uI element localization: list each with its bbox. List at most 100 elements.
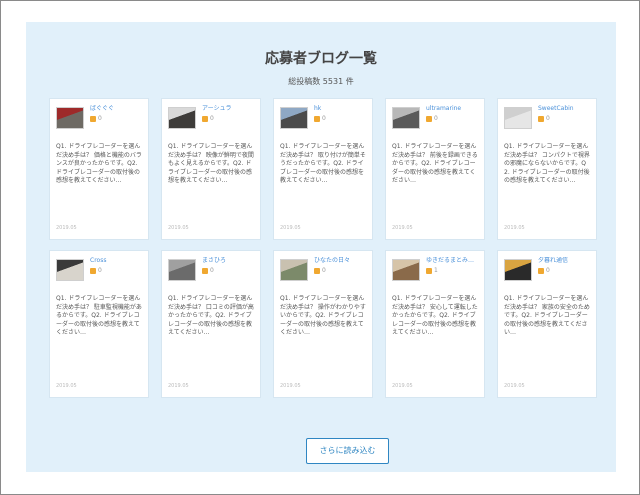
- blog-meta: まさひろ 0: [202, 257, 254, 274]
- blog-thumbnail[interactable]: [56, 107, 84, 129]
- blog-card[interactable]: Cross 0 Q1. ドライブレコーダーを選んだ決め手は？ 駐車監視機能があるから…: [49, 250, 149, 398]
- like-count: 0: [90, 115, 142, 122]
- like-count-value: 0: [98, 115, 102, 122]
- like-count: 1: [426, 267, 478, 274]
- blog-author-link[interactable]: ぱぐぐぐ: [90, 105, 142, 112]
- thumbs-up-icon: [314, 267, 320, 274]
- blog-list-panel: 応募者ブログ一覧 総投稿数 5531 件 ぱぐぐぐ 0 Q1. ドライブレコーダーを…: [26, 22, 616, 472]
- post-date: 2019.05: [280, 225, 301, 231]
- post-date: 2019.05: [392, 225, 413, 231]
- blog-author-link[interactable]: SweetCabin: [538, 105, 590, 112]
- post-date: 2019.05: [56, 225, 77, 231]
- blog-author-link[interactable]: ultramarine: [426, 105, 478, 112]
- blog-card[interactable]: ぱぐぐぐ 0 Q1. ドライブレコーダーを選んだ決め手は？ 価格と機能のバランスが良…: [49, 98, 149, 240]
- blog-excerpt: Q1. ドライブレコーダーを選んだ決め手は？ コンパクトで視界の邪魔にならないか…: [504, 143, 590, 185]
- like-count: 0: [538, 267, 590, 274]
- blog-meta: 夕暮れ通信 0: [538, 257, 590, 274]
- post-date: 2019.05: [56, 383, 77, 389]
- load-more-button[interactable]: さらに読み込む: [306, 438, 389, 464]
- blog-card[interactable]: SweetCabin 0 Q1. ドライブレコーダーを選んだ決め手は？ コンパクトで…: [497, 98, 597, 240]
- blog-card[interactable]: hk 0 Q1. ドライブレコーダーを選んだ決め手は？ 取り付けが簡単そうだったから…: [273, 98, 373, 240]
- blog-thumbnail[interactable]: [392, 107, 420, 129]
- thumbs-up-icon: [426, 115, 432, 122]
- post-date: 2019.05: [168, 225, 189, 231]
- like-count: 0: [90, 267, 142, 274]
- like-count-value: 0: [434, 115, 438, 122]
- blog-thumbnail[interactable]: [56, 259, 84, 281]
- blog-card-header: ultramarine 0: [392, 105, 478, 135]
- blog-excerpt: Q1. ドライブレコーダーを選んだ決め手は？ 取り付けが簡単そうだったからです。…: [280, 143, 366, 185]
- blog-excerpt: Q1. ドライブレコーダーを選んだ決め手は？ 映像が鮮明で夜間もよく見えるからで…: [168, 143, 254, 185]
- blog-excerpt: Q1. ドライブレコーダーを選んだ決め手は？ 駐車監視機能があるからです。Q2.…: [56, 295, 142, 337]
- blog-thumbnail[interactable]: [504, 259, 532, 281]
- thumbs-up-icon: [426, 267, 432, 274]
- blog-excerpt: Q1. ドライブレコーダーを選んだ決め手は？ 口コミの評価が高かったからです。Q…: [168, 295, 254, 337]
- blog-thumbnail[interactable]: [280, 259, 308, 281]
- blog-excerpt: Q1. ドライブレコーダーを選んだ決め手は？ 家族の安全のためです。Q2. ドラ…: [504, 295, 590, 337]
- blog-card-header: アーシュラ 0: [168, 105, 254, 135]
- post-date: 2019.05: [504, 383, 525, 389]
- like-count: 0: [426, 115, 478, 122]
- page-title: 応募者ブログ一覧: [265, 51, 377, 67]
- blog-card-header: ぱぐぐぐ 0: [56, 105, 142, 135]
- blog-card[interactable]: ゆきだるまとみきの 1 Q1. ドライブレコーダーを選んだ決め手は？ 安心して運転し…: [385, 250, 485, 398]
- blog-thumbnail[interactable]: [168, 259, 196, 281]
- blog-meta: アーシュラ 0: [202, 105, 254, 122]
- blog-meta: ひなたの日々 0: [314, 257, 366, 274]
- post-date: 2019.05: [504, 225, 525, 231]
- blog-thumbnail[interactable]: [392, 259, 420, 281]
- blog-card-header: Cross 0: [56, 257, 142, 287]
- blog-thumbnail[interactable]: [280, 107, 308, 129]
- like-count-value: 0: [98, 267, 102, 274]
- like-count: 0: [314, 115, 366, 122]
- blog-excerpt: Q1. ドライブレコーダーを選んだ決め手は？ 操作がわかりやすいからです。Q2.…: [280, 295, 366, 337]
- blog-author-link[interactable]: ゆきだるまとみきの: [426, 257, 478, 264]
- post-date: 2019.05: [280, 383, 301, 389]
- total-posts-count: 総投稿数 5531 件: [288, 77, 354, 86]
- blog-card-header: hk 0: [280, 105, 366, 135]
- like-count: 0: [314, 267, 366, 274]
- blog-author-link[interactable]: ひなたの日々: [314, 257, 366, 264]
- like-count-value: 0: [210, 267, 214, 274]
- thumbs-up-icon: [314, 115, 320, 122]
- blog-author-link[interactable]: hk: [314, 105, 366, 112]
- thumbs-up-icon: [202, 267, 208, 274]
- like-count: 0: [538, 115, 590, 122]
- like-count: 0: [202, 267, 254, 274]
- blog-card[interactable]: 夕暮れ通信 0 Q1. ドライブレコーダーを選んだ決め手は？ 家族の安全のためです。…: [497, 250, 597, 398]
- blog-excerpt: Q1. ドライブレコーダーを選んだ決め手は？ 安心して運転したかったからです。Q…: [392, 295, 478, 337]
- blog-card[interactable]: ultramarine 0 Q1. ドライブレコーダーを選んだ決め手は？ 前後を録画…: [385, 98, 485, 240]
- blog-card-header: 夕暮れ通信 0: [504, 257, 590, 287]
- blog-author-link[interactable]: まさひろ: [202, 257, 254, 264]
- blog-thumbnail[interactable]: [504, 107, 532, 129]
- blog-card-header: ゆきだるまとみきの 1: [392, 257, 478, 287]
- like-count: 0: [202, 115, 254, 122]
- blog-author-link[interactable]: 夕暮れ通信: [538, 257, 590, 264]
- blog-card[interactable]: まさひろ 0 Q1. ドライブレコーダーを選んだ決め手は？ 口コミの評価が高かったか…: [161, 250, 261, 398]
- like-count-value: 0: [322, 115, 326, 122]
- blog-meta: SweetCabin 0: [538, 105, 590, 122]
- blog-meta: Cross 0: [90, 257, 142, 274]
- like-count-value: 1: [434, 267, 438, 274]
- blog-meta: ultramarine 0: [426, 105, 478, 122]
- blog-card-header: ひなたの日々 0: [280, 257, 366, 287]
- thumbs-up-icon: [90, 115, 96, 122]
- blog-card-grid: ぱぐぐぐ 0 Q1. ドライブレコーダーを選んだ決め手は？ 価格と機能のバランスが良…: [49, 98, 597, 398]
- blog-meta: ゆきだるまとみきの 1: [426, 257, 478, 274]
- like-count-value: 0: [210, 115, 214, 122]
- thumbs-up-icon: [202, 115, 208, 122]
- thumbs-up-icon: [538, 267, 544, 274]
- blog-thumbnail[interactable]: [168, 107, 196, 129]
- blog-author-link[interactable]: アーシュラ: [202, 105, 254, 112]
- blog-excerpt: Q1. ドライブレコーダーを選んだ決め手は？ 前後を録画できるからです。Q2. …: [392, 143, 478, 185]
- blog-meta: hk 0: [314, 105, 366, 122]
- like-count-value: 0: [322, 267, 326, 274]
- blog-card[interactable]: アーシュラ 0 Q1. ドライブレコーダーを選んだ決め手は？ 映像が鮮明で夜間もよく…: [161, 98, 261, 240]
- blog-author-link[interactable]: Cross: [90, 257, 142, 264]
- blog-card-header: SweetCabin 0: [504, 105, 590, 135]
- post-date: 2019.05: [392, 383, 413, 389]
- blog-card[interactable]: ひなたの日々 0 Q1. ドライブレコーダーを選んだ決め手は？ 操作がわかりやすいか…: [273, 250, 373, 398]
- blog-excerpt: Q1. ドライブレコーダーを選んだ決め手は？ 価格と機能のバランスが良かったから…: [56, 143, 142, 185]
- thumbs-up-icon: [538, 115, 544, 122]
- post-date: 2019.05: [168, 383, 189, 389]
